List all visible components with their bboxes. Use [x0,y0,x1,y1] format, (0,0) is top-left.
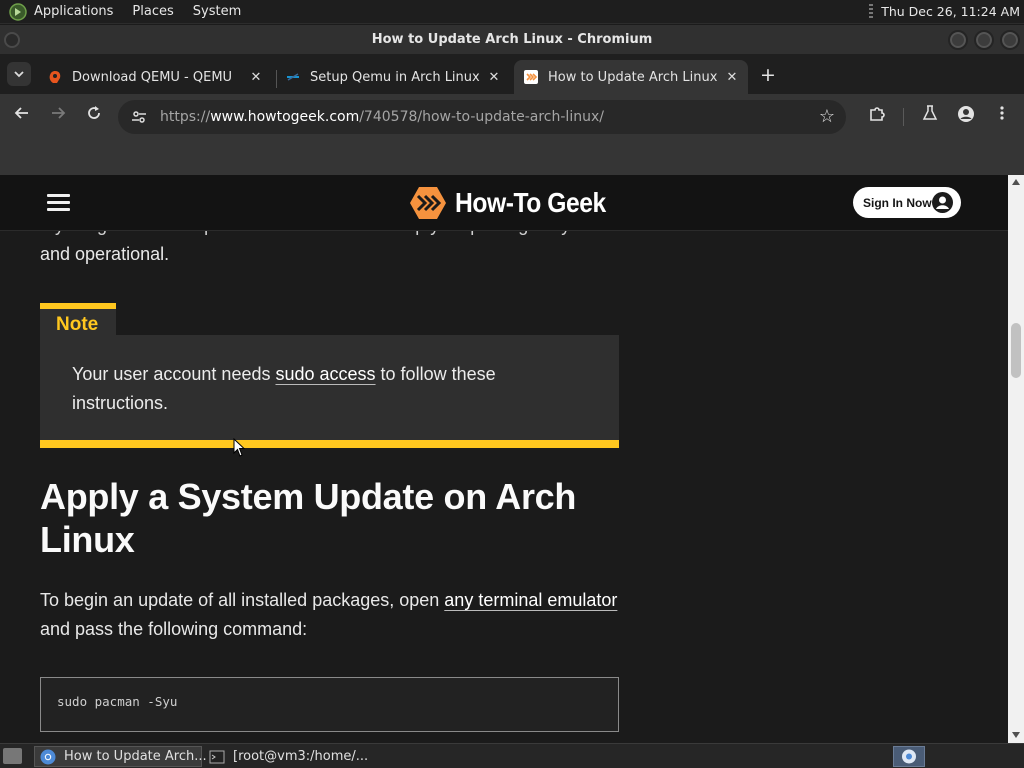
reload-button[interactable] [83,105,105,127]
window-title: How to Update Arch Linux - Chromium [371,32,653,47]
bookmark-star-icon[interactable]: ☆ [819,106,835,127]
note-callout: Note Your user account needs sudo access… [40,303,619,449]
site-header: How-To Geek Sign In Now [0,175,1008,231]
tab-setup-qemu[interactable]: Setup Qemu in Arch Linux ✕ [276,60,510,94]
para-text-after: and pass the following command: [40,619,308,639]
extensions-button[interactable] [866,105,888,127]
close-tab-icon[interactable]: ✕ [486,70,502,85]
terminal-emulator-link[interactable]: any terminal emulator [444,590,617,610]
web-page: “syncing.” You’ll use pacman commands to… [0,175,1008,743]
howtogeek-logo-icon [410,187,446,219]
clock[interactable]: Thu Dec 26, 11:24 AM [881,4,1020,19]
section-heading: Apply a System Update on Arch Linux [40,476,577,560]
taskbar-item-chromium[interactable]: How to Update Arch... [34,746,207,767]
tab-title: How to Update Arch Linux [548,69,718,85]
task-label: [root@vm3:/home/... [233,749,369,764]
url-scheme: https:// [160,109,211,125]
mouse-cursor-icon [233,438,245,457]
page-scrollbar[interactable] [1008,175,1024,743]
arch-icon [286,70,300,84]
minimize-button[interactable] [948,30,968,50]
tab-title: Download QEMU - QEMU [72,69,233,85]
profile-button[interactable] [955,105,977,127]
scroll-up-icon[interactable] [1012,179,1020,185]
sign-in-label: Sign In Now [863,195,932,210]
para-text-before: To begin an update of all installed pack… [40,590,445,610]
kebab-menu-icon [1000,106,1004,120]
window-menu-icon[interactable] [4,32,20,48]
top-panel: Applications Places System Thu Dec 26, 1… [0,0,1024,24]
new-tab-button[interactable]: + [757,65,779,87]
site-logo[interactable]: How-To Geek [409,185,626,221]
applications-menu[interactable]: Applications [34,4,113,19]
user-icon [932,192,953,213]
url-host: www.howtogeek.com [210,109,360,125]
chromium-icon [40,749,56,765]
update-paragraph: To begin an update of all installed pack… [40,586,620,644]
close-window-button[interactable] [1000,30,1020,50]
labs-button[interactable] [919,105,941,127]
address-bar[interactable]: https://www.howtogeek.com/740578/how-to-… [118,100,846,134]
sudo-access-link[interactable]: sudo access [275,364,375,384]
brand-name: How-To Geek [455,187,606,218]
bottom-taskbar: How to Update Arch... [root@vm3:/home/..… [0,743,1024,768]
chevron-down-icon [14,71,24,78]
tab-title: Setup Qemu in Arch Linux [310,69,480,85]
taskbar-item-terminal[interactable]: [root@vm3:/home/... [204,746,372,767]
system-menu[interactable]: System [193,4,241,19]
url-text[interactable]: https://www.howtogeek.com/740578/how-to-… [160,109,604,125]
hamburger-menu-icon[interactable] [47,194,70,212]
tab-strip: Download QEMU - QEMU ✕ Setup Qemu in Arc… [0,54,1024,94]
account-icon [958,106,974,122]
browser-toolbar: https://www.howtogeek.com/740578/how-to-… [0,94,1024,139]
tab-how-to-update-arch[interactable]: How to Update Arch Linux ✕ [514,60,748,94]
flask-icon [922,105,938,120]
task-label: How to Update Arch... [64,749,207,764]
close-tab-icon[interactable]: ✕ [724,70,740,85]
puzzle-icon [870,107,885,121]
tray-chromium-icon[interactable] [893,746,925,767]
url-path: /740578/how-to-update-arch-linux/ [359,109,604,125]
panel-grip [869,3,874,20]
scroll-thumb[interactable] [1011,323,1021,378]
places-menu[interactable]: Places [132,4,173,19]
window-titlebar[interactable]: How to Update Arch Linux - Chromium [0,25,1024,54]
forward-button[interactable] [47,105,69,127]
tab-search-button[interactable] [7,62,31,86]
sign-in-button[interactable]: Sign In Now [853,187,961,218]
gnome-foot-icon[interactable] [9,2,27,21]
tab-download-qemu[interactable]: Download QEMU - QEMU ✕ [38,60,272,94]
browser-menu-button[interactable] [991,105,1013,127]
maximize-button[interactable] [974,30,994,50]
qemu-icon [48,70,62,84]
note-accent-bar [40,440,619,448]
show-desktop-icon[interactable] [3,748,22,764]
arrow-left-icon [14,107,28,119]
intro-end: and operational. [40,244,170,264]
note-text-before: Your user account needs [72,364,276,384]
scroll-down-icon[interactable] [1012,732,1020,738]
terminal-icon [209,749,225,765]
note-label: Note [40,303,116,336]
reload-icon [88,106,100,119]
close-tab-icon[interactable]: ✕ [248,70,264,85]
howtogeek-icon [524,70,538,84]
toolbar-blank-area [0,139,1024,175]
back-button[interactable] [11,105,33,127]
code-block[interactable]: sudo pacman -Syu [40,677,619,732]
arrow-right-icon [52,107,66,119]
site-info-icon[interactable] [130,108,148,126]
note-text: Your user account needs sudo access to f… [72,360,592,418]
toolbar-separator [903,108,904,126]
